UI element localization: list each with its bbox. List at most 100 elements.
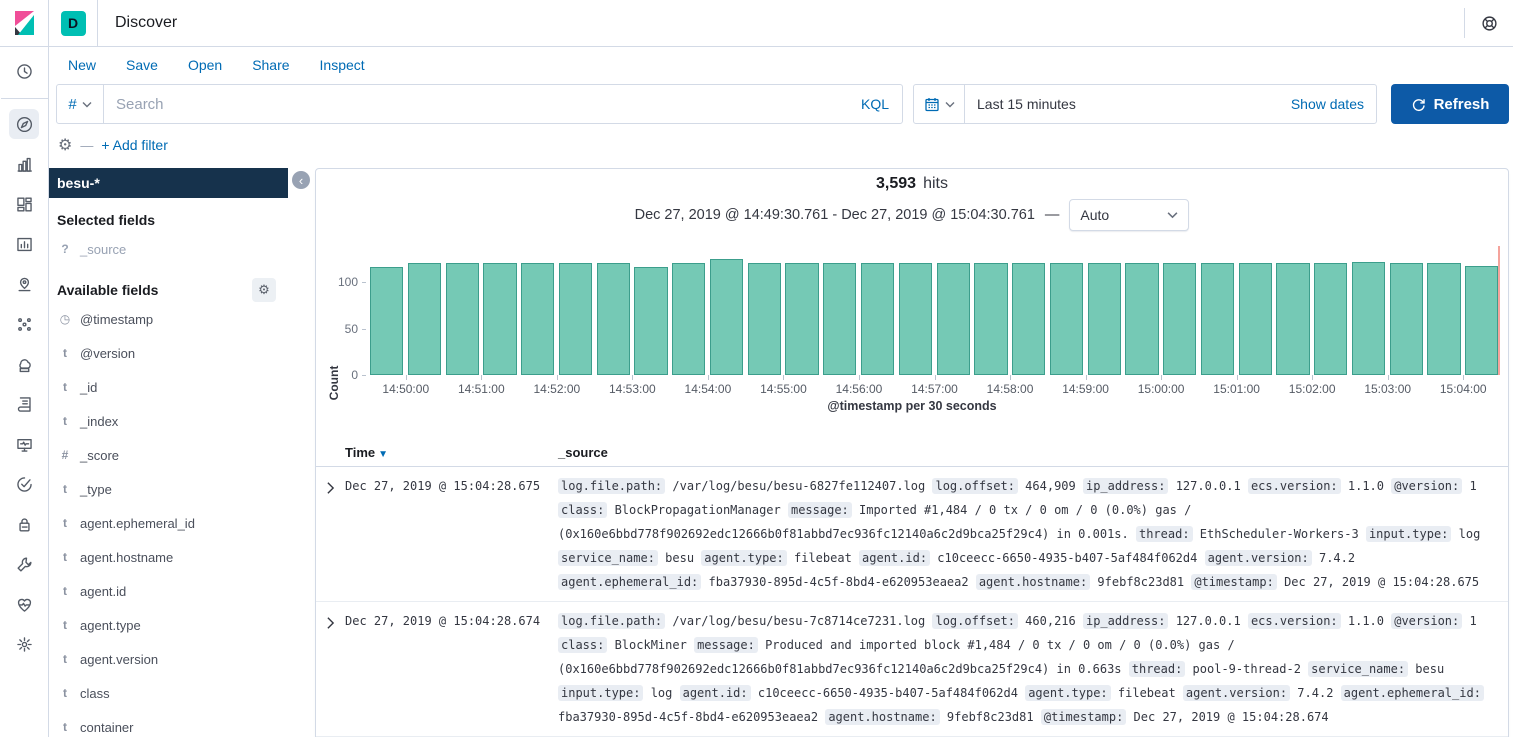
field-item-_source[interactable]: ?_source (48, 234, 288, 264)
histogram-bar[interactable] (1239, 263, 1272, 375)
histogram-bar[interactable] (974, 263, 1007, 375)
field-settings-gear-icon[interactable]: ⚙ (252, 278, 276, 302)
field-type-icon: t (59, 720, 71, 734)
kibana-logo-button[interactable] (0, 0, 49, 46)
rail-item-stack-monitoring[interactable] (9, 589, 39, 619)
field-item-_type[interactable]: t_type (48, 472, 288, 506)
rail-item-discover[interactable] (9, 109, 39, 139)
histogram-bar[interactable] (710, 259, 743, 375)
rail-item-machine-learning[interactable] (9, 309, 39, 339)
histogram-bar[interactable] (1201, 263, 1234, 375)
histogram-bar[interactable] (861, 263, 894, 375)
histogram-bar[interactable] (370, 267, 403, 375)
rail-item-siem[interactable] (9, 509, 39, 539)
rail-item-dev-tools[interactable] (9, 549, 39, 579)
rail-item-canvas[interactable] (9, 229, 39, 259)
histogram-bar[interactable] (597, 263, 630, 375)
histogram-bar[interactable] (1465, 266, 1498, 375)
histogram-bar[interactable] (1125, 263, 1158, 375)
field-item-@version[interactable]: t@version (48, 336, 288, 370)
saved-query-menu-button[interactable]: # (57, 85, 104, 123)
open-button[interactable]: Open (188, 57, 222, 73)
field-item-agent.version[interactable]: tagent.version (48, 642, 288, 676)
rail-item-metrics[interactable] (9, 349, 39, 379)
histogram-bar[interactable] (899, 263, 932, 375)
histogram-bar[interactable] (937, 263, 970, 375)
save-button[interactable]: Save (126, 57, 158, 73)
share-button[interactable]: Share (252, 57, 289, 73)
histogram-bar[interactable] (748, 263, 781, 375)
field-item-agent.hostname[interactable]: tagent.hostname (48, 540, 288, 574)
visualize-icon (15, 155, 34, 174)
rail-item-uptime[interactable] (9, 469, 39, 499)
field-item-_score[interactable]: #_score (48, 438, 288, 472)
row-time: Dec 27, 2019 @ 15:04:28.674 (345, 609, 558, 628)
table-rows: Dec 27, 2019 @ 15:04:28.675log.file.path… (316, 467, 1508, 737)
kql-toggle[interactable]: KQL (861, 96, 902, 112)
documents-table: Time▼ _source Dec 27, 2019 @ 15:04:28.67… (316, 439, 1508, 737)
rail-item-maps[interactable] (9, 269, 39, 299)
histogram-bar[interactable] (559, 263, 592, 375)
rail-item-management[interactable] (9, 629, 39, 659)
histogram-bar[interactable] (483, 263, 516, 375)
y-tick-label: 0 (328, 368, 358, 382)
collapse-sidebar-button[interactable]: ‹ (292, 171, 310, 189)
search-input[interactable] (104, 96, 861, 113)
histogram-bar[interactable] (672, 263, 705, 375)
x-tick-label: 15:01:00 (1202, 382, 1272, 396)
field-item-agent.ephemeral_id[interactable]: tagent.ephemeral_id (48, 506, 288, 540)
interval-select[interactable]: Auto (1069, 199, 1189, 231)
help-button[interactable] (1464, 8, 1513, 38)
field-item-_id[interactable]: t_id (48, 370, 288, 404)
histogram-bar[interactable] (1276, 263, 1309, 375)
rail-item-dashboard[interactable] (9, 189, 39, 219)
filter-options-gear-icon[interactable]: ⚙ (58, 135, 72, 155)
histogram-bar[interactable] (1314, 263, 1347, 375)
histogram-bar[interactable] (521, 263, 554, 375)
dev-tools-icon (15, 555, 34, 574)
index-pattern-selector[interactable]: besu-* (48, 168, 288, 198)
filter-bar: ⚙ — + Add filter (48, 132, 1513, 158)
show-dates-button[interactable]: Show dates (1291, 96, 1376, 112)
histogram-bar[interactable] (446, 263, 479, 375)
x-tick-mark (935, 375, 936, 380)
rail-item-logs[interactable] (9, 389, 39, 419)
time-range-value[interactable]: Last 15 minutes (965, 96, 1076, 112)
histogram-bar[interactable] (1012, 263, 1045, 375)
histogram-bar[interactable] (1352, 262, 1385, 375)
add-filter-button[interactable]: + Add filter (101, 137, 168, 153)
column-header-source: _source (558, 445, 608, 460)
field-item-class[interactable]: tclass (48, 676, 288, 710)
new-button[interactable]: New (68, 57, 96, 73)
column-header-time[interactable]: Time▼ (345, 445, 558, 460)
field-item-agent.type[interactable]: tagent.type (48, 608, 288, 642)
field-type-icon: t (59, 516, 71, 530)
histogram-bar[interactable] (1050, 263, 1083, 375)
histogram-plot (368, 246, 1501, 375)
rail-item-visualize[interactable] (9, 149, 39, 179)
date-quick-menu-button[interactable] (914, 85, 965, 123)
inspect-button[interactable]: Inspect (320, 57, 365, 73)
field-item-agent.id[interactable]: tagent.id (48, 574, 288, 608)
histogram-bar[interactable] (1088, 263, 1121, 375)
source-field-name: agent.version: (1205, 550, 1312, 566)
rail-item-recently-viewed[interactable] (9, 56, 39, 86)
field-name: _id (80, 380, 97, 395)
rail-item-apm[interactable] (9, 429, 39, 459)
histogram-bar[interactable] (408, 263, 441, 375)
histogram-bar[interactable] (634, 267, 667, 375)
histogram-bar[interactable] (823, 263, 856, 375)
expand-row-button[interactable] (316, 609, 345, 630)
histogram-bar[interactable] (785, 263, 818, 375)
field-item-@timestamp[interactable]: ◷@timestamp (48, 302, 288, 336)
histogram-bar[interactable] (1390, 263, 1423, 375)
x-tick-mark (1312, 375, 1313, 380)
histogram-bar[interactable] (1163, 263, 1196, 375)
field-item-_index[interactable]: t_index (48, 404, 288, 438)
chevron-down-icon (1167, 211, 1178, 219)
discover-app-badge[interactable]: D (61, 11, 86, 36)
field-item-container[interactable]: tcontainer (48, 710, 288, 737)
expand-row-button[interactable] (316, 474, 345, 495)
refresh-button[interactable]: Refresh (1391, 84, 1509, 124)
histogram-bar[interactable] (1427, 263, 1460, 375)
